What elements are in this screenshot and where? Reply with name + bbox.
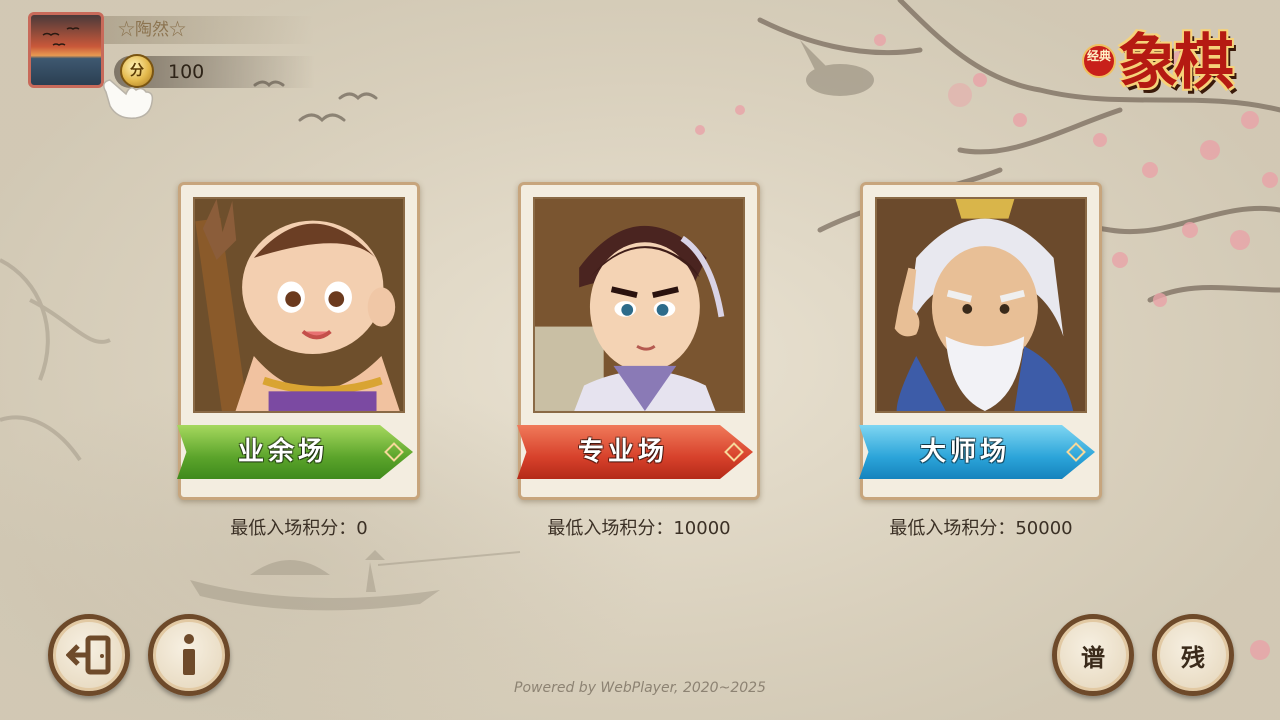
exit-icon	[66, 635, 111, 675]
room-card-master[interactable]: 大师场	[859, 182, 1102, 500]
logo-title: 象棋	[1118, 28, 1234, 98]
manual-label: 谱	[1081, 642, 1105, 672]
footer-credit: Powered by WebPlayer, 2020~2025	[514, 680, 766, 696]
info-icon	[183, 634, 195, 675]
player-points: 100	[168, 61, 205, 83]
logo-badge: 经典	[1082, 44, 1116, 78]
room-label-master[interactable]: 大师场	[859, 425, 1095, 479]
professional-portrait	[533, 197, 745, 413]
player-avatar[interactable]	[28, 12, 104, 88]
min-score-amateur: 最低入场积分：0	[230, 518, 368, 539]
room-card-amateur[interactable]: 业余场	[177, 182, 420, 500]
player-name: ☆陶然☆	[104, 16, 314, 44]
room-label-amateur[interactable]: 业余场	[177, 425, 413, 479]
room-card-professional[interactable]: 专业场	[517, 182, 760, 500]
min-score-master: 最低入场积分：50000	[889, 518, 1073, 539]
game-logo: 经典 象棋	[1080, 10, 1250, 110]
hand-pointer-icon	[103, 79, 154, 119]
amateur-portrait	[193, 197, 405, 413]
endgame-label: 残	[1181, 642, 1205, 672]
master-portrait	[875, 197, 1087, 413]
player-profile[interactable]: ☆陶然☆ 分 100	[28, 12, 328, 119]
min-score-professional: 最低入场积分：10000	[547, 518, 731, 539]
room-label-professional[interactable]: 专业场	[517, 425, 753, 479]
